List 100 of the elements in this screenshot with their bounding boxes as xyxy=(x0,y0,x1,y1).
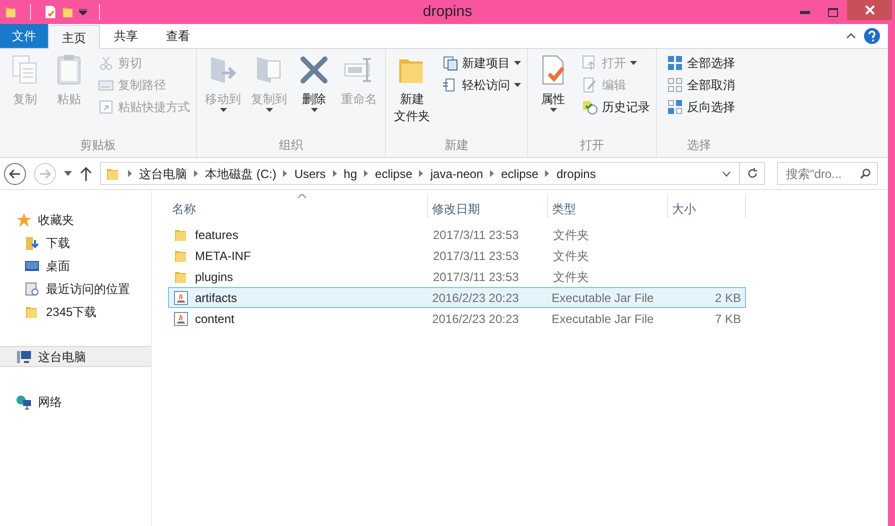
ribbon-button[interactable]: 反向选择 xyxy=(665,97,737,117)
caret-icon xyxy=(310,108,318,112)
close-button[interactable] xyxy=(847,0,892,20)
ribbon-button[interactable]: 历史记录 xyxy=(580,97,652,117)
column-header[interactable]: 大小 xyxy=(668,194,746,218)
search-field[interactable]: 搜索"dro... xyxy=(777,162,878,185)
chevron-icon[interactable] xyxy=(128,170,132,177)
java-file-icon xyxy=(173,290,189,306)
chevron-down-icon[interactable] xyxy=(722,170,731,176)
ribbon-tab[interactable]: 共享 xyxy=(100,24,152,48)
sidebar-item[interactable]: 2345下载 xyxy=(0,301,151,322)
address-bar[interactable]: 这台电脑 本地磁盘 (C:) Users hg eclipse java-neon eclipse dropins xyxy=(100,162,740,185)
invert-selection-icon xyxy=(667,99,683,115)
maximize-icon xyxy=(828,8,838,16)
file-name: plugins xyxy=(195,268,234,286)
file-name: META-INF xyxy=(195,248,251,264)
file-row[interactable]: plugins 2017/3/11 23:53 文件夹 xyxy=(168,266,746,287)
ribbon-tab[interactable]: 查看 xyxy=(152,24,204,48)
chevron-icon[interactable] xyxy=(194,170,198,177)
ribbon-button[interactable]: 新建 文件夹 xyxy=(390,53,434,125)
help-icon[interactable] xyxy=(864,28,880,44)
table-cell-text: 2017/3/11 23:53 xyxy=(432,248,520,264)
ribbon-tab[interactable]: 主页 xyxy=(48,25,100,49)
chevron-icon[interactable] xyxy=(364,170,368,177)
new-item-icon xyxy=(442,55,458,71)
sidebar-item[interactable]: 桌面 xyxy=(0,255,151,276)
select-none-icon xyxy=(667,77,683,93)
java-file-icon xyxy=(173,310,189,326)
history-icon xyxy=(582,99,598,115)
recent-places-icon xyxy=(24,280,40,296)
table-cell-text: 7 KB xyxy=(714,310,742,328)
file-row[interactable]: features 2017/3/11 23:53 文件夹 xyxy=(168,224,746,245)
table-cell-text: 文件夹 xyxy=(552,226,590,244)
file-row[interactable]: content 2016/2/23 20:23 Executable Jar File 7 KB xyxy=(168,308,746,329)
back-arrow-icon xyxy=(9,168,21,178)
sidebar-item[interactable]: 最近访问的位置 xyxy=(0,278,151,299)
ribbon-tab[interactable]: 文件 xyxy=(0,24,48,48)
collapse-ribbon-icon[interactable] xyxy=(846,33,856,39)
table-cell-text: 2016/2/23 20:23 xyxy=(431,310,520,328)
breadcrumb-item[interactable]: hg xyxy=(344,164,358,182)
sidebar-item[interactable]: 这台电脑 xyxy=(0,346,151,367)
column-header[interactable]: 修改日期 xyxy=(428,194,548,218)
ribbon-group-label: 打开 xyxy=(579,137,605,154)
sidebar-item[interactable]: 下载 xyxy=(0,232,151,253)
back-button[interactable] xyxy=(4,162,26,184)
table-cell-text: Executable Jar File xyxy=(550,290,655,306)
ribbon-group-label: 选择 xyxy=(686,137,712,154)
sidebar-item[interactable]: 收藏夹 xyxy=(0,209,151,230)
shortcut-icon xyxy=(98,99,114,115)
breadcrumb-item[interactable]: 这台电脑 xyxy=(139,164,187,182)
column-header[interactable]: 名称 xyxy=(168,194,428,218)
caret-icon[interactable] xyxy=(64,171,72,176)
forward-arrow-icon xyxy=(39,168,51,178)
file-name: artifacts xyxy=(195,290,238,306)
search-icon xyxy=(860,168,871,178)
ribbon-group-label: 组织 xyxy=(278,137,304,154)
sidebar-item[interactable]: 网络 xyxy=(0,391,151,412)
breadcrumb-item[interactable]: eclipse xyxy=(375,164,412,182)
ribbon-button[interactable]: 新建项目 xyxy=(440,53,523,73)
close-icon xyxy=(864,5,874,15)
breadcrumb-item[interactable]: Users xyxy=(294,164,326,182)
edit-icon xyxy=(582,77,598,93)
file-row[interactable]: META-INF 2017/3/11 23:53 文件夹 xyxy=(168,245,746,266)
minimize-icon xyxy=(800,10,810,14)
table-cell-text: Executable Jar File xyxy=(550,310,655,328)
refresh-button[interactable] xyxy=(740,162,765,185)
breadcrumb-item[interactable]: java-neon xyxy=(430,164,484,182)
caret-icon xyxy=(220,108,226,112)
caret-icon xyxy=(266,108,272,112)
table-cell-text: 文件夹 xyxy=(552,268,590,286)
chevron-icon[interactable] xyxy=(545,170,550,177)
scissors-icon xyxy=(98,55,114,71)
folder-icon xyxy=(4,5,18,19)
chevron-icon[interactable] xyxy=(419,170,424,177)
star-icon xyxy=(16,212,32,228)
caret-icon xyxy=(514,61,521,65)
ribbon-button[interactable]: 轻松访问 xyxy=(440,75,523,95)
file-name: content xyxy=(195,310,234,328)
breadcrumb-item[interactable]: eclipse xyxy=(501,164,538,182)
ribbon-button[interactable]: 全部选择 xyxy=(665,53,737,73)
caret-icon xyxy=(514,83,521,87)
table-cell-text: 2017/3/11 23:53 xyxy=(432,226,520,244)
column-header[interactable]: 类型 xyxy=(548,194,668,218)
table-cell-text: 2016/2/23 20:23 xyxy=(431,290,520,306)
ribbon-button[interactable]: 全部取消 xyxy=(665,75,737,95)
ribbon-button[interactable]: 属性 xyxy=(532,53,574,112)
file-row[interactable]: artifacts 2016/2/23 20:23 Executable Jar File 2 KB xyxy=(168,287,746,308)
chevron-icon[interactable] xyxy=(490,170,494,177)
chevron-icon[interactable] xyxy=(332,170,337,177)
breadcrumb-item[interactable]: dropins xyxy=(556,164,596,182)
up-arrow-icon[interactable] xyxy=(80,166,92,180)
table-cell-text: 文件夹 xyxy=(552,248,590,264)
download-folder-icon xyxy=(24,234,40,250)
computer-icon xyxy=(16,348,32,364)
select-all-icon xyxy=(667,55,683,71)
chevron-icon[interactable] xyxy=(283,170,288,177)
caret-icon[interactable] xyxy=(79,9,87,15)
breadcrumb-item[interactable]: 本地磁盘 (C:) xyxy=(205,164,276,182)
properties-icon[interactable] xyxy=(43,5,57,19)
ribbon-button[interactable]: 删除 xyxy=(293,53,335,112)
